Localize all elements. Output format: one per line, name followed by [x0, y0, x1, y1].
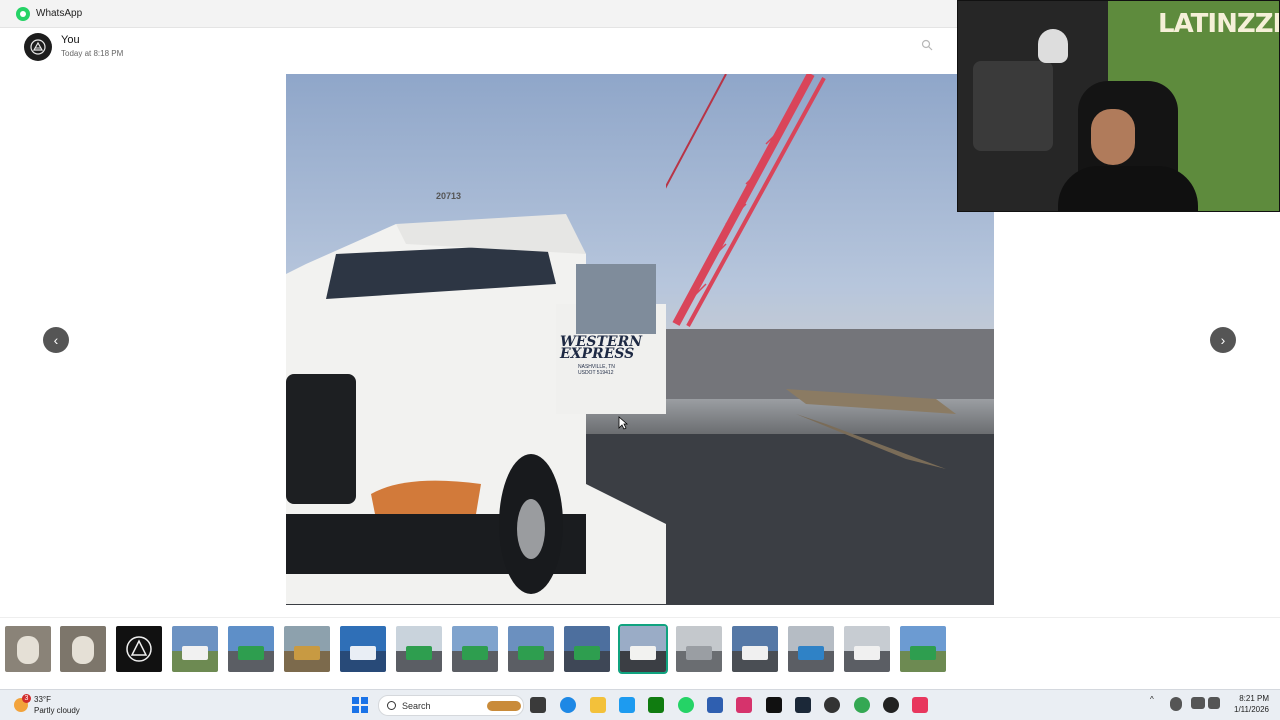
task-view-icon[interactable] — [530, 697, 546, 713]
tiktok-icon[interactable] — [766, 697, 782, 713]
windows-taskbar: 3 33°F Partly cloudy Search ^ 8:21 PM 1/… — [0, 689, 1280, 720]
thumbnail-14[interactable] — [732, 626, 778, 672]
thumbnail-6[interactable] — [284, 626, 330, 672]
message-timestamp: Today at 8:18 PM — [61, 49, 124, 58]
search-icon — [387, 701, 396, 710]
thumbnail-16[interactable] — [844, 626, 890, 672]
windows-start-icon[interactable] — [352, 697, 368, 713]
twitter-icon[interactable] — [619, 697, 635, 713]
thumbnail-13[interactable] — [676, 626, 722, 672]
tray-chevron-icon[interactable]: ^ — [1150, 695, 1154, 704]
dock-timbers — [786, 389, 956, 469]
sender-name: You — [61, 34, 80, 46]
thumbnail-17[interactable] — [900, 626, 946, 672]
thumbnail-logo-icon — [126, 636, 152, 662]
crane-graphic — [666, 74, 826, 327]
avatar[interactable] — [24, 33, 52, 61]
thumbnail-4[interactable] — [172, 626, 218, 672]
weather-badge: 3 — [22, 694, 31, 703]
steam-icon[interactable] — [795, 697, 811, 713]
thumbnail-15[interactable] — [788, 626, 834, 672]
search-highlight-icon — [487, 701, 521, 711]
network-icon[interactable] — [1191, 697, 1205, 709]
search-label: Search — [402, 701, 431, 711]
whatsapp-taskbar-icon[interactable] — [678, 697, 694, 713]
edge-browser-icon[interactable] — [560, 697, 576, 713]
instagram-icon[interactable] — [736, 697, 752, 713]
webcam-motorcycle — [973, 61, 1053, 151]
next-media-button[interactable]: › — [1210, 327, 1236, 353]
previous-media-button[interactable]: ‹ — [43, 327, 69, 353]
main-photo: WESTERN EXPRESS NASHVILLE, TN USDOT 5194… — [286, 74, 994, 605]
thumbnail-9[interactable] — [452, 626, 498, 672]
window-title: WhatsApp — [36, 8, 83, 19]
whatsapp-icon — [16, 7, 30, 21]
webcam-overlay: LATINZZR! — [957, 0, 1280, 212]
mouse-cursor-icon — [618, 416, 628, 430]
tiktok-live-icon[interactable] — [912, 697, 928, 713]
truck-door-line2: EXPRESS — [560, 346, 635, 362]
thumbnail-2[interactable] — [60, 626, 106, 672]
clock-time: 8:21 PM — [1239, 694, 1269, 703]
truck-number: 20713 — [436, 191, 462, 201]
truck-door-line4: USDOT 519412 — [578, 370, 614, 376]
truck-graphic — [286, 214, 666, 604]
clock-date: 1/11/2026 — [1234, 705, 1269, 714]
zoom-icon[interactable] — [921, 39, 933, 51]
volume-icon[interactable] — [1208, 697, 1220, 709]
webcam-helmet — [1038, 29, 1068, 63]
avatar-logo-icon — [30, 39, 46, 55]
webcam-graffiti: LATINZZR! — [1158, 9, 1279, 39]
taskbar-clock[interactable]: 8:21 PM 1/11/2026 — [1225, 693, 1269, 715]
thumbnail-10[interactable] — [508, 626, 554, 672]
thumbnail-11[interactable] — [564, 626, 610, 672]
obs-icon[interactable] — [824, 697, 840, 713]
thumbnail-7[interactable] — [340, 626, 386, 672]
weather-temp: 33°F — [34, 695, 51, 704]
store-icon[interactable] — [707, 697, 723, 713]
app-icon[interactable] — [883, 697, 899, 713]
file-explorer-icon[interactable] — [590, 697, 606, 713]
thumbnail-8[interactable] — [396, 626, 442, 672]
chrome-icon[interactable] — [854, 697, 870, 713]
microphone-icon[interactable] — [1170, 697, 1182, 711]
thumbnail-3[interactable] — [116, 626, 162, 672]
webcam-person-body — [1058, 166, 1198, 211]
weather-condition: Partly cloudy — [34, 706, 80, 715]
webcam-person-head — [1091, 109, 1135, 165]
thumbnail-1[interactable] — [5, 626, 51, 672]
thumbnail-5[interactable] — [228, 626, 274, 672]
thumbnail-12-active[interactable] — [618, 624, 668, 674]
thumbnail-strip — [0, 617, 1280, 679]
taskbar-search[interactable]: Search — [378, 695, 524, 716]
xbox-icon[interactable] — [648, 697, 664, 713]
